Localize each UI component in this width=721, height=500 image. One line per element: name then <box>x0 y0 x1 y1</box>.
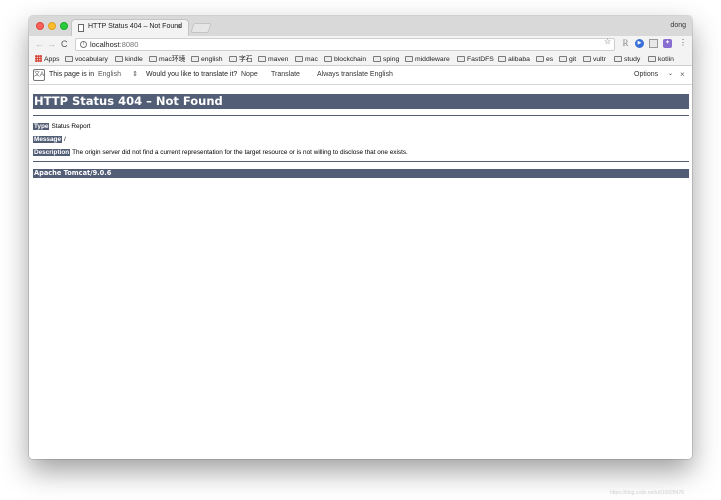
back-icon[interactable]: ← <box>35 39 44 49</box>
folder-icon <box>498 56 506 62</box>
folder-icon <box>583 56 591 62</box>
url-host: localhost <box>90 40 120 49</box>
zoom-window-button[interactable] <box>60 22 68 30</box>
folder-icon <box>295 56 303 62</box>
page-title: HTTP Status 404 – Not Found <box>33 94 689 109</box>
bookmark-apps[interactable]: Apps <box>35 55 60 64</box>
page-content: HTTP Status 404 – Not Found Type Status R… <box>29 86 692 459</box>
nope-button[interactable]: Nope <box>238 69 261 81</box>
bookmark-item[interactable]: blockchain <box>324 55 366 64</box>
bookmark-item[interactable]: kotlin <box>648 55 674 64</box>
bookmark-item[interactable]: mac <box>295 55 318 64</box>
tab-strip: HTTP Status 404 – Not Found × dong <box>29 16 692 36</box>
bookmark-item[interactable]: 字石 <box>229 55 253 64</box>
folder-icon <box>258 56 266 62</box>
extension-r-icon[interactable]: R <box>621 39 630 48</box>
type-label: Type <box>33 123 50 130</box>
url-port: :8080 <box>119 40 139 49</box>
language-select[interactable]: English ⇕ <box>95 69 139 81</box>
description-row: Description The origin server did not fin… <box>33 148 408 157</box>
bookmark-star-icon[interactable]: ☆ <box>604 37 611 46</box>
info-icon[interactable]: i <box>80 41 87 48</box>
extension-box-icon[interactable] <box>649 39 658 48</box>
minimize-window-button[interactable] <box>48 22 56 30</box>
folder-icon <box>536 56 544 62</box>
extension-play-icon[interactable]: ▶ <box>635 39 644 48</box>
translate-prefix: This page is in <box>49 71 95 78</box>
folder-icon <box>149 56 157 62</box>
address-bar[interactable]: i localhost:8080 <box>75 38 615 51</box>
watermark: https://blog.csdn.net/u010928478 <box>610 490 684 496</box>
translate-close-icon[interactable]: × <box>680 70 685 79</box>
language-value: English <box>98 71 121 78</box>
bookmark-item[interactable]: english <box>191 55 223 64</box>
forward-icon[interactable]: → <box>47 39 56 49</box>
bookmark-item[interactable]: alibaba <box>498 55 530 64</box>
folder-icon <box>115 56 123 62</box>
tab-close-icon[interactable]: × <box>177 22 182 31</box>
divider <box>33 161 689 162</box>
folder-icon <box>457 56 465 62</box>
url-text[interactable]: localhost:8080 <box>90 40 138 49</box>
bookmark-item[interactable]: vultr <box>583 55 606 64</box>
description-label: Description <box>33 149 71 156</box>
bookmark-item[interactable]: study <box>614 55 640 64</box>
folder-icon <box>405 56 413 62</box>
options-label: Options <box>634 71 659 78</box>
document-icon <box>78 24 84 32</box>
browser-window: HTTP Status 404 – Not Found × dong ← → C… <box>29 16 692 459</box>
folder-icon <box>191 56 199 62</box>
bookmark-item[interactable]: git <box>559 55 576 64</box>
folder-icon <box>614 56 622 62</box>
bookmark-item[interactable]: kindle <box>115 55 143 64</box>
divider <box>33 115 689 116</box>
profile-name[interactable]: dong <box>670 22 686 29</box>
chevron-down-icon: ⌄ <box>667 71 673 77</box>
bookmark-item[interactable]: FastDFS <box>457 55 494 64</box>
message-value: / <box>64 136 66 143</box>
menu-icon[interactable]: ⋮ <box>679 38 687 47</box>
new-tab-button[interactable] <box>190 23 212 33</box>
apps-icon <box>35 55 42 62</box>
folder-icon <box>648 56 656 62</box>
description-value: The origin server did not find a current… <box>72 149 408 156</box>
close-window-button[interactable] <box>36 22 44 30</box>
bookmark-item[interactable]: middleware <box>405 55 450 64</box>
folder-icon <box>65 56 73 62</box>
bookmark-item[interactable]: maven <box>258 55 288 64</box>
browser-toolbar: ← → C i localhost:8080 ☆ R ▶ ✦ ⋮ <box>29 36 692 53</box>
folder-icon <box>373 56 381 62</box>
bookmark-item[interactable]: mac环境 <box>149 55 185 64</box>
translate-question: Would you like to translate it? <box>146 71 238 78</box>
type-row: Type Status Report <box>33 122 91 131</box>
bookmark-item[interactable]: es <box>536 55 553 64</box>
server-footer: Apache Tomcat/9.0.6 <box>33 169 689 178</box>
translate-icon: 文A <box>33 69 45 81</box>
tab-active[interactable]: HTTP Status 404 – Not Found × <box>71 19 189 36</box>
options-dropdown[interactable]: Options ⌄ <box>630 69 675 81</box>
bookmark-item[interactable]: sping <box>373 55 399 64</box>
bookmarks-bar: Apps vocabulary kindle mac环境 english 字石 … <box>29 53 692 66</box>
extension-puzzle-icon[interactable]: ✦ <box>663 39 672 48</box>
message-label: Message <box>33 136 62 143</box>
folder-icon <box>229 56 237 62</box>
translate-button[interactable]: Translate <box>268 69 303 81</box>
always-translate-button[interactable]: Always translate English <box>314 69 396 81</box>
reload-icon[interactable]: C <box>61 39 68 49</box>
message-row: Message / <box>33 135 66 144</box>
tab-title: HTTP Status 404 – Not Found <box>88 23 183 30</box>
bookmark-item[interactable]: vocabulary <box>65 55 108 64</box>
translate-bar: 文A This page is in English ⇕ Would you l… <box>29 66 692 85</box>
updown-icon: ⇕ <box>132 71 138 78</box>
folder-icon <box>324 56 332 62</box>
type-value: Status Report <box>51 123 91 130</box>
folder-icon <box>559 56 567 62</box>
